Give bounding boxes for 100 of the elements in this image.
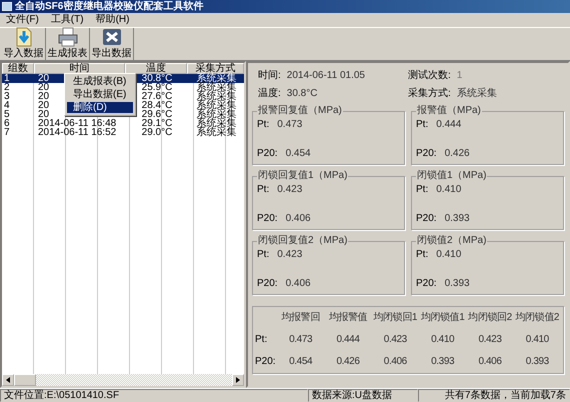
app-icon [2,2,12,11]
info-value: 30.8°C [286,88,318,100]
table-cell-text: 29.1°C [140,119,174,128]
value-label: Pt: [416,119,428,131]
value-label: P20: [416,278,437,290]
status-text: 共有7条数据，当前加载7条 [418,389,570,402]
summary-header: 均闭锁回1 [372,312,418,324]
summary-value: 0.423 [382,334,408,346]
menu-item[interactable]: 文件(F) [2,14,43,26]
table-cell-text: 3 [3,92,11,101]
table-cell-text: 系统采集 [196,101,238,110]
value-label: P20: [257,278,278,290]
value-label: P20: [257,148,278,160]
scroll-left-button[interactable] [2,374,14,386]
scroll-right-button[interactable] [232,374,244,386]
column-header[interactable]: 时间 [34,63,125,74]
table-cell-text: 29.6°C [140,110,174,119]
summary-value: 0.410 [430,334,456,346]
scrollbar-thumb[interactable] [14,374,36,386]
group-title: 闭锁值1（MPa) [416,170,488,182]
horizontal-scrollbar[interactable] [2,374,244,386]
toolbar-button[interactable]: 导入数据 [2,28,46,60]
value-label: Pt: [257,249,270,261]
table-cell-text: 系统采集 [196,119,238,128]
info-label: 温度: [258,88,281,100]
summary-value: 0.406 [382,356,408,368]
value-label: P20: [255,356,277,368]
menu-item[interactable]: 工具(T) [46,14,88,26]
group-title: 闭锁回复值2（MPa) [257,235,348,247]
value-label: P20: [416,213,437,225]
value-label: P20: [416,148,437,160]
toolbar-button[interactable]: 导出数据 [90,28,134,60]
value-label: P20: [257,213,278,225]
value-text: 0.426 [444,148,470,160]
table-cell: 1 [2,74,34,83]
table-cell-text: 系统采集 [196,92,238,101]
table-cell-text: 6 [3,119,11,128]
summary-value: 0.406 [477,356,502,368]
summary-header: 均闭锁值2 [514,312,560,324]
table-cell-text: 2014-06-11 16:48 [37,119,116,128]
context-menu-item[interactable]: 导出数据(E) [67,89,133,100]
summary-value: 0.393 [430,356,456,368]
value-label: Pt: [257,119,270,131]
table-cell-text: 4 [3,101,11,110]
info-label: 采集方式: [408,88,451,100]
table-cell-text: 2 [3,83,11,92]
summary-header: 均报警值 [328,312,368,324]
table-cell-text: 29.0°C [140,128,174,137]
menu-item[interactable]: 帮助(H) [92,14,134,26]
table-cell-text: 20 [37,101,50,110]
value-text: 0.423 [277,184,302,196]
summary-value: 0.444 [335,334,361,346]
value-text: 0.406 [286,278,311,290]
status-text: 文件位置:E:\05101410.SF [0,389,308,402]
summary-value: 0.454 [288,356,314,368]
column-header[interactable]: 采集方式 [187,63,244,74]
import-icon [14,27,32,47]
summary-value: 0.426 [335,356,360,368]
table-cell-text: 28.4°C [140,101,174,110]
table-cell-text: 20 [37,83,50,92]
table-cell-text: 5 [3,110,11,119]
table-cell-text: 20 [37,110,50,119]
value-text: 0.393 [444,213,470,225]
group-title: 闭锁值2（MPa) [416,235,488,247]
status-text: 数据来源:U盘数据 [308,389,418,402]
summary-value: 0.393 [524,356,550,368]
window-title: 全自动SF6密度继电器校验仪配套工具软件 [15,1,204,12]
summary-header: 均闭锁回2 [467,312,513,324]
info-value: 2014-06-11 01.05 [286,70,365,82]
summary-value: 0.410 [524,334,550,346]
summary-value: 0.473 [288,334,314,346]
info-label: 测试次数: [408,70,451,82]
column-header[interactable]: 温度 [125,63,187,74]
value-label: Pt: [416,249,428,261]
table-cell-text: 27.6°C [140,92,174,101]
table-cell-text: 系统采集 [196,83,238,92]
value-text: 0.473 [277,119,302,131]
value-text: 0.410 [436,249,462,261]
value-label: Pt: [416,184,428,196]
table-cell-text: 7 [3,128,11,137]
table-cell-text: 系统采集 [196,110,238,119]
info-value: 系统采集 [456,88,497,100]
value-text: 0.406 [286,213,311,225]
table-cell-text: 20 [37,92,50,101]
group-title: 报警回复值（MPa) [257,105,343,117]
table-cell-text: 2014-06-11 16:52 [37,128,116,137]
column-header[interactable]: 组数 [2,63,34,74]
context-menu-item[interactable]: 删除(D) [67,102,133,113]
value-text: 0.393 [444,278,470,290]
toolbar-button[interactable]: 生成报表 [46,28,90,60]
summary-header: 均闭锁值1 [420,312,466,324]
summary-value: 0.423 [477,334,502,346]
group-title: 闭锁回复值1（MPa) [257,170,348,182]
left-arrow-icon [6,377,10,383]
group-title: 报警值（MPa) [416,105,482,117]
table-cell-text: 系统采集 [196,128,238,137]
value-label: Pt: [257,184,270,196]
summary-header: 均报警回 [280,312,321,324]
value-label: Pt: [255,334,268,346]
info-value: 1 [456,70,462,82]
